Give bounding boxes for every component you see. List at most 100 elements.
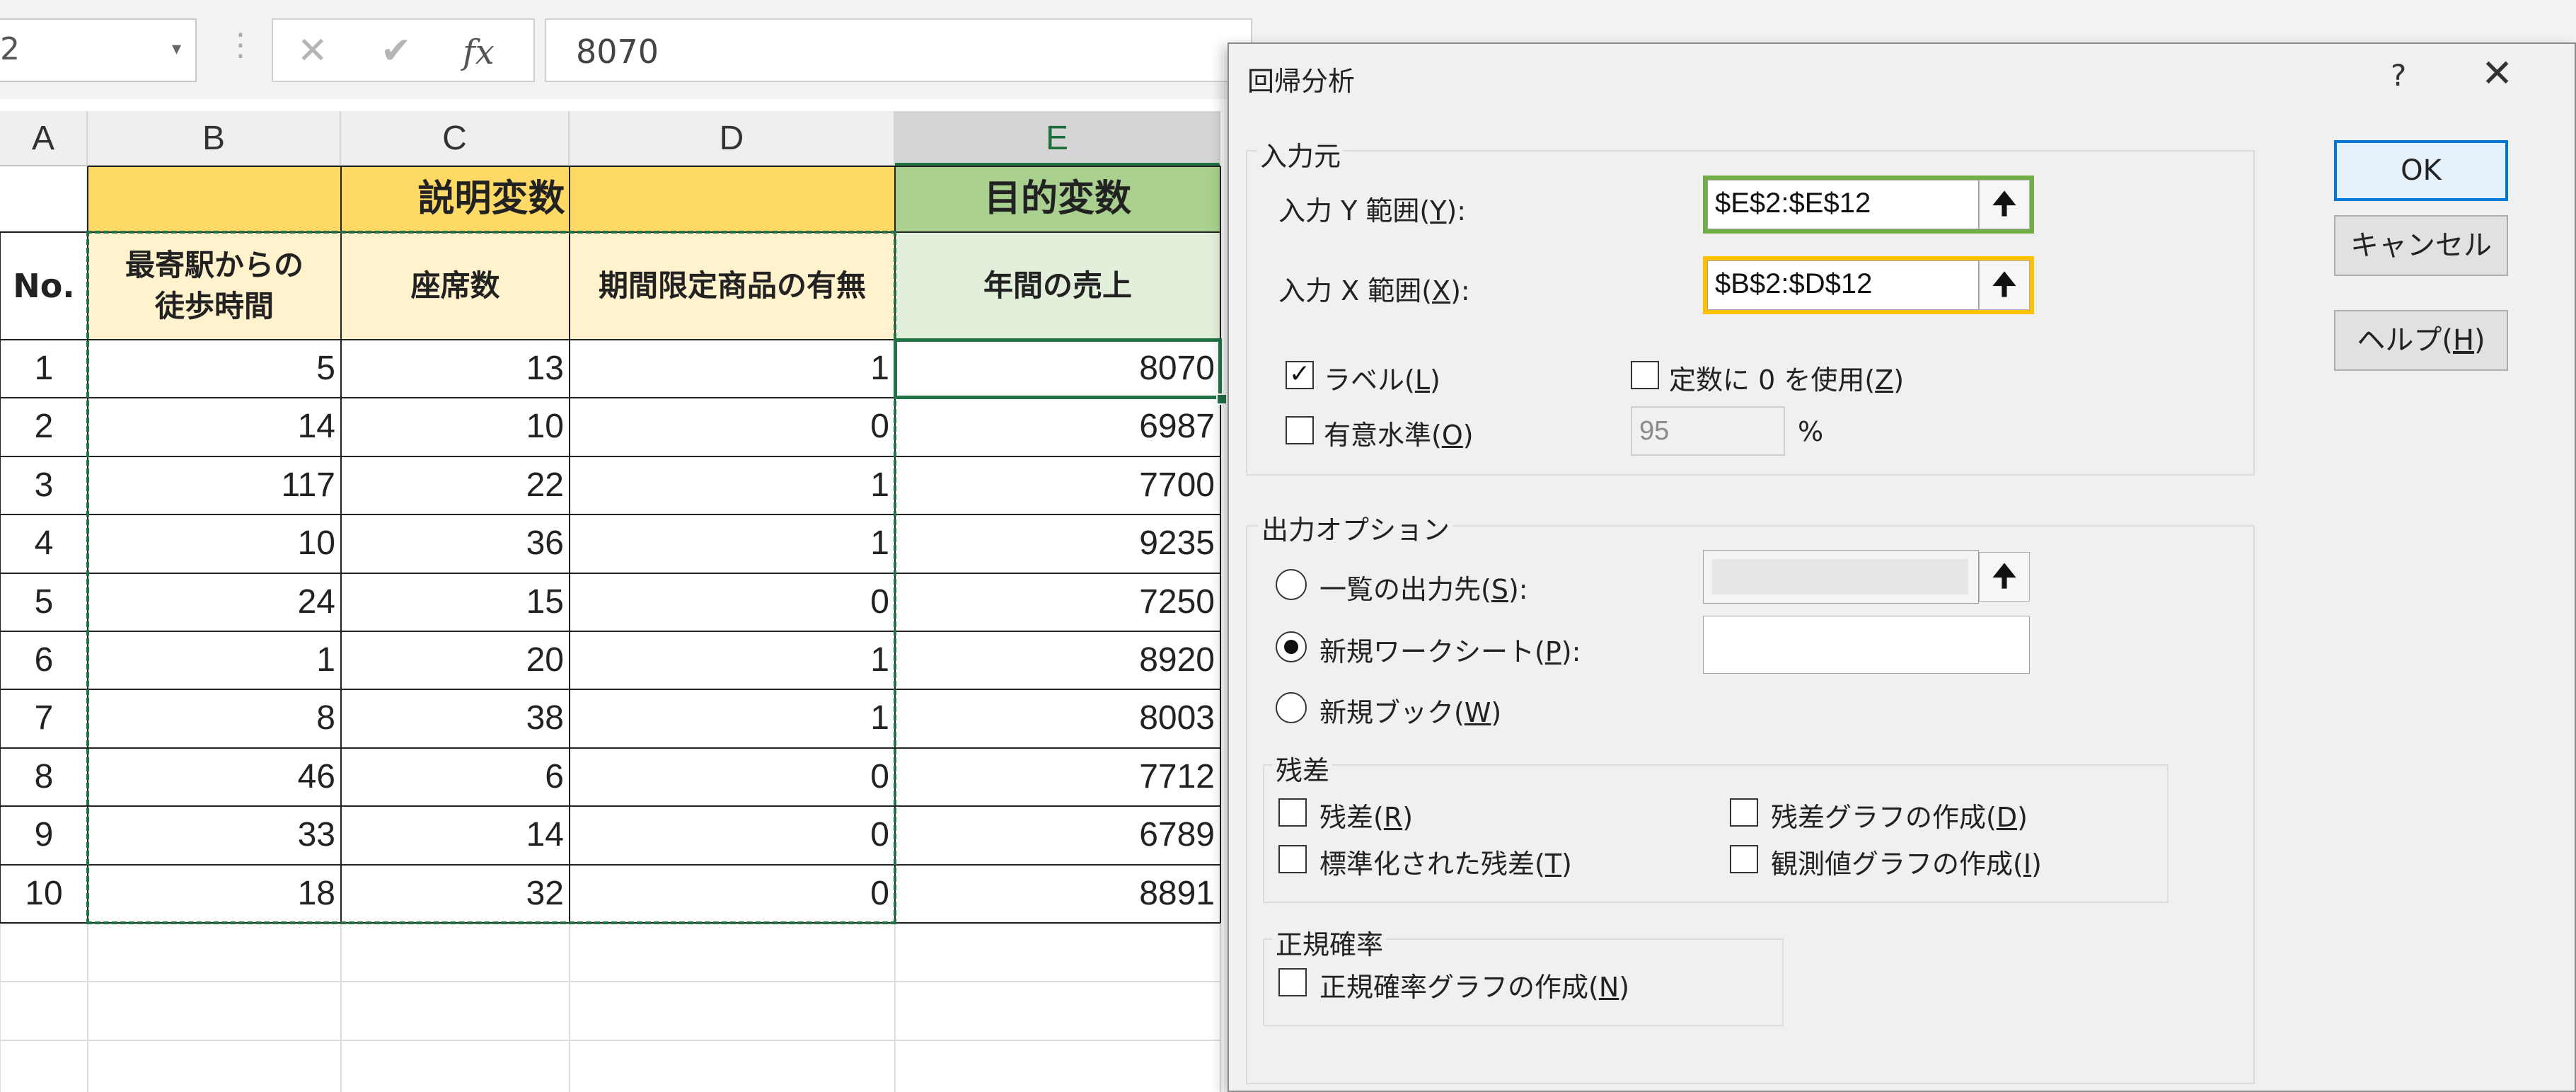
residuals-checkbox[interactable] — [1278, 798, 1307, 827]
output-group-label: 出力オプション — [1259, 508, 1453, 547]
gridline — [569, 923, 570, 1092]
fill-handle[interactable] — [1216, 393, 1228, 406]
formula-bar-grip-icon[interactable]: ⋮ — [225, 30, 256, 61]
output-range-collapse-button[interactable]: 🠉 — [1979, 552, 2030, 602]
residuals-group-label: 残差 — [1273, 749, 1333, 788]
table-cell[interactable]: 6789 — [895, 806, 1220, 864]
row-number-cell[interactable]: 6 — [0, 631, 88, 689]
name-box-value: 2 — [0, 31, 20, 67]
target-group-header[interactable]: 目的変数 — [895, 166, 1220, 232]
input-y-range-value: $E$2:$E$12 — [1715, 188, 1871, 219]
new-worksheet-radio[interactable] — [1276, 631, 1307, 662]
table-cell[interactable]: 7700 — [895, 456, 1220, 515]
row-number-cell[interactable]: 4 — [0, 515, 88, 573]
percent-label: % — [1798, 416, 1824, 447]
normal-probability-plots-checkbox[interactable] — [1278, 968, 1307, 996]
cancel-entry-icon[interactable]: ✕ — [297, 30, 328, 72]
new-worksheet-name-input[interactable] — [1703, 616, 2030, 674]
help-button[interactable]: ヘルプ(H) — [2334, 310, 2508, 371]
standardized-residuals-label[interactable]: 標準化された残差(T) — [1319, 842, 1572, 881]
row-number-cell[interactable]: 8 — [0, 748, 88, 806]
name-box[interactable]: 2 ▾ — [0, 18, 197, 82]
new-workbook-label[interactable]: 新規ブック(W) — [1319, 691, 1501, 730]
table-border — [88, 166, 1220, 167]
table-cell[interactable]: 8891 — [895, 865, 1220, 923]
column-header-c[interactable]: C — [341, 111, 570, 166]
input-group-label: 入力元 — [1257, 134, 1344, 173]
input-y-range-field[interactable]: $E$2:$E$12 — [1707, 180, 1979, 229]
output-range-disabled-fill — [1712, 559, 1968, 594]
new-workbook-radio[interactable] — [1276, 692, 1307, 723]
row-number-cell[interactable]: 10 — [0, 865, 88, 923]
table-cell[interactable]: 8920 — [895, 631, 1220, 689]
residual-plots-checkbox[interactable] — [1730, 798, 1758, 827]
table-border — [1220, 166, 1221, 923]
formula-input[interactable]: 8070 — [545, 18, 1252, 82]
normal-probability-group-label: 正規確率 — [1273, 923, 1387, 962]
confidence-level-input[interactable]: 95 — [1631, 406, 1785, 456]
labels-checkbox-label[interactable]: ラベル(L) — [1324, 358, 1440, 397]
line-fit-plots-label[interactable]: 観測値グラフの作成(I) — [1771, 842, 2042, 881]
line-fit-plots-checkbox[interactable] — [1730, 845, 1758, 873]
input-y-collapse-button[interactable]: 🠉 — [1979, 180, 2030, 229]
output-range-label[interactable]: 一覧の出力先(S): — [1319, 568, 1528, 607]
constant-zero-label[interactable]: 定数に 0 を使用(Z) — [1669, 358, 1904, 397]
selection-marquee — [86, 231, 896, 924]
cancel-button[interactable]: キャンセル — [2334, 215, 2508, 276]
close-icon[interactable]: ✕ — [2481, 52, 2513, 95]
active-cell[interactable] — [894, 338, 1222, 400]
input-x-range-field[interactable]: $B$2:$D$12 — [1707, 260, 1979, 310]
residual-plots-label[interactable]: 残差グラフの作成(D) — [1771, 795, 2028, 834]
row-number-cell[interactable]: 2 — [0, 398, 88, 456]
table-cell[interactable]: 8003 — [895, 689, 1220, 747]
column-header-e[interactable]: E — [895, 111, 1220, 166]
output-range-radio[interactable] — [1276, 569, 1307, 600]
row-number-cell[interactable]: 3 — [0, 456, 88, 515]
input-y-label: 入力 Y 範囲(Y): — [1278, 195, 1467, 226]
column-header-d[interactable]: D — [570, 111, 895, 166]
confidence-level-checkbox[interactable] — [1286, 416, 1314, 444]
normal-probability-plots-label[interactable]: 正規確率グラフの作成(N) — [1319, 965, 1629, 1004]
table-cell[interactable]: 9235 — [895, 515, 1220, 573]
gridline — [0, 981, 1220, 983]
ok-button[interactable]: OK — [2334, 140, 2508, 201]
header-annual-sales[interactable]: 年間の売上 — [895, 232, 1220, 340]
confidence-level-label[interactable]: 有意水準(O) — [1324, 413, 1474, 452]
header-no[interactable]: No. — [0, 232, 88, 340]
confirm-entry-icon[interactable]: ✔ — [381, 30, 412, 72]
input-x-collapse-button[interactable]: 🠉 — [1979, 260, 2030, 310]
labels-checkbox[interactable]: ✓ — [1286, 361, 1314, 389]
formula-bar-buttons: ✕ ✔ fx — [272, 18, 535, 82]
table-cell[interactable]: 7250 — [895, 573, 1220, 631]
gridline — [894, 923, 896, 1092]
help-icon[interactable]: ? — [2391, 58, 2406, 93]
table-cell[interactable]: 6987 — [895, 398, 1220, 456]
residuals-label[interactable]: 残差(R) — [1319, 795, 1413, 834]
new-worksheet-label[interactable]: 新規ワークシート(P): — [1319, 630, 1581, 669]
explanatory-group-header[interactable]: 説明変数 — [88, 166, 895, 232]
row-number-cell[interactable]: 9 — [0, 806, 88, 864]
output-range-field[interactable] — [1703, 550, 1979, 604]
gridline — [340, 923, 342, 1092]
row-number-cell[interactable]: 1 — [0, 340, 88, 398]
column-header-a[interactable]: A — [0, 111, 88, 166]
gridline — [87, 923, 88, 1092]
empty-cell[interactable] — [0, 166, 88, 232]
column-header-b[interactable]: B — [88, 111, 341, 166]
standardized-residuals-checkbox[interactable] — [1278, 845, 1307, 873]
table-cell[interactable]: 7712 — [895, 748, 1220, 806]
gridline — [0, 1039, 1220, 1041]
input-x-label: 入力 X 範囲(X): — [1278, 275, 1470, 306]
row-number-cell[interactable]: 7 — [0, 689, 88, 747]
collapse-arrow-icon: 🠉 — [1992, 186, 2017, 221]
gridline — [0, 923, 1, 1092]
table-border — [0, 232, 1, 923]
constant-zero-checkbox[interactable] — [1631, 361, 1659, 389]
insert-function-icon[interactable]: fx — [463, 33, 495, 72]
name-box-dropdown-icon[interactable]: ▾ — [172, 38, 181, 59]
regression-dialog: 回帰分析 ? ✕ 入力元 入力 Y 範囲(Y): $E$2:$E$12 🠉 入力… — [1228, 42, 2576, 1092]
row-number-cell[interactable]: 5 — [0, 573, 88, 631]
input-x-range-value: $B$2:$D$12 — [1715, 268, 1873, 299]
gridline — [1220, 923, 1221, 1092]
checkmark-icon: ✓ — [1288, 360, 1311, 389]
